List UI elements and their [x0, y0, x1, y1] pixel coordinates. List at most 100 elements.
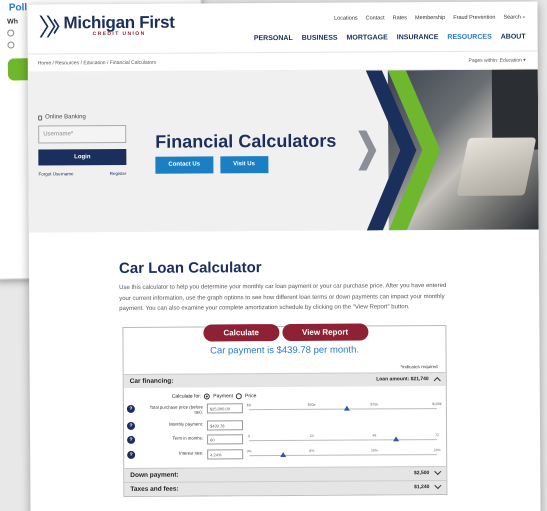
nav-about[interactable]: ABOUT [501, 34, 526, 41]
chevron-down-icon: ▾ [523, 57, 526, 64]
visit-us-button[interactable]: Visit Us [220, 156, 269, 174]
section-label: Car financing: [129, 377, 174, 385]
purchase-price-slider[interactable]: $0 $50k $75k $100k [246, 401, 442, 415]
site-header: Michigan First CREDIT UNION Locations Co… [27, 1, 538, 55]
calculate-for-group: Calculate for: Payment Price [172, 393, 257, 400]
logo-name: Michigan First [63, 12, 175, 33]
poll-radio-2[interactable] [7, 41, 15, 49]
poll-question: Wh [7, 18, 19, 26]
slider-tick-label: 0% [246, 448, 252, 453]
field-row-interest-rate: ? Interest rate: 4.24% 0% 8% 16% 24% [127, 448, 445, 462]
help-icon[interactable]: ? [126, 404, 135, 413]
chevron-up-icon [433, 377, 441, 385]
nav-personal[interactable]: PERSONAL [254, 35, 293, 42]
radio-price[interactable] [235, 392, 243, 399]
screenshot-stage: Poll Wh Michigan First CREDIT UNION Loca… [0, 0, 547, 511]
calculate-button[interactable]: Calculate [203, 323, 280, 341]
poll-radio-1[interactable] [7, 29, 15, 37]
help-icon[interactable]: ? [126, 421, 136, 430]
taxes-fees-amount: $1,240 [414, 484, 430, 491]
util-nav-locations[interactable]: Locations [334, 16, 358, 23]
decorative-chevrons-icon [358, 70, 441, 231]
slider-tick-label: 8% [309, 448, 315, 453]
calculator-description: Use this calculator to help you determin… [119, 283, 447, 313]
field-label: Interest rate: [179, 449, 204, 456]
radio-payment[interactable] [204, 392, 211, 399]
hero-buttons: Contact Us Visit Us [155, 156, 269, 174]
register-link[interactable]: Register [110, 171, 127, 176]
logo-chevron-icon [39, 14, 60, 37]
slider-tick-label: $75k [370, 401, 378, 406]
slider-thumb[interactable] [279, 451, 287, 457]
term-slider[interactable]: 0 24 48 72 [248, 432, 440, 446]
site-logo[interactable]: Michigan First CREDIT UNION [39, 12, 175, 38]
poll-label: Poll [8, 2, 28, 14]
slider-tick-label: 0 [248, 433, 251, 438]
slider-thumb[interactable] [343, 405, 350, 411]
monthly-payment-input[interactable]: $439.78 [206, 419, 244, 430]
hero-banner: Online Banking Username* Login Forgot Us… [27, 69, 539, 233]
calculator-content: Car Loan Calculator Use this calculator … [29, 229, 541, 497]
view-report-button[interactable]: View Report [281, 322, 369, 341]
pages-within-dropdown[interactable]: Pages within: Education ▾ [468, 58, 525, 64]
interest-rate-input[interactable]: 4.24% [207, 448, 244, 459]
slider-tick-label: $50k [307, 402, 316, 407]
calculator-top: Calculate View Report Car payment is $43… [123, 322, 445, 366]
search-icon: ⌕ [522, 14, 526, 21]
chevron-down-icon [434, 482, 442, 490]
field-row-purchase-price: ? Total purchase price (before tax): $25… [126, 401, 445, 416]
purchase-price-input[interactable]: $25,000.00 [206, 402, 243, 413]
interest-rate-slider[interactable]: 0% 8% 16% 24% [246, 447, 441, 461]
slider-thumb[interactable] [392, 435, 399, 441]
nav-insurance[interactable]: INSURANCE [397, 34, 439, 41]
car-financing-body: Calculate for: Payment Price ? Total pur… [124, 386, 446, 468]
online-banking-title: Online Banking [38, 114, 128, 121]
login-links: Forgot Username Register [38, 171, 126, 177]
photo-pillow [456, 137, 537, 196]
calculator-actions: Calculate View Report [203, 322, 369, 341]
chevron-down-icon [434, 468, 442, 476]
breadcrumb[interactable]: Home / Resources / Education / Financial… [38, 60, 156, 67]
radio-payment-label: Payment [213, 392, 234, 399]
payment-result: Car payment is $439.78 per month. [210, 344, 360, 356]
field-label: Term in months: [172, 434, 204, 441]
username-input[interactable]: Username* [38, 124, 127, 144]
field-label: Monthly payment: [169, 420, 203, 427]
main-nav: PERSONAL BUSINESS MORTGAGE INSURANCE RES… [254, 34, 526, 43]
util-nav-contact[interactable]: Contact [366, 15, 385, 22]
slider-tick-label: $0 [246, 402, 251, 407]
nav-mortgage[interactable]: MORTGAGE [347, 34, 388, 41]
help-icon[interactable]: ? [127, 450, 136, 459]
calculator-title: Car Loan Calculator [118, 259, 262, 278]
slider-tick-label: $100k [432, 401, 442, 406]
util-nav-membership[interactable]: Membership [415, 15, 445, 22]
field-row-term: ? Term in months: 60 0 24 48 72 [127, 433, 445, 447]
section-taxes-fees[interactable]: Taxes and fees: $1,240 [124, 479, 447, 496]
nav-business[interactable]: BUSINESS [302, 35, 338, 42]
calculate-for-label: Calculate for: [171, 393, 202, 400]
util-nav-search[interactable]: Search ⌕ [503, 15, 525, 22]
main-page-card: Michigan First CREDIT UNION Locations Co… [27, 1, 541, 511]
nav-resources[interactable]: RESOURCES [447, 34, 491, 41]
slider-tick-label: 72 [435, 432, 440, 437]
contact-us-button[interactable]: Contact Us [155, 156, 214, 174]
term-input[interactable]: 60 [207, 433, 244, 444]
util-nav-rates[interactable]: Rates [393, 15, 407, 22]
login-button[interactable]: Login [38, 148, 127, 166]
help-icon[interactable]: ? [127, 435, 136, 444]
down-payment-amount: $2,500 [413, 470, 430, 477]
field-label: Total purchase price (before tax): [149, 403, 203, 415]
calculator-widget: Calculate View Report Car payment is $43… [122, 322, 448, 497]
utility-nav: Locations Contact Rates Membership Fraud… [334, 15, 525, 23]
slider-tick-label: 16% [370, 447, 378, 452]
field-row-monthly-payment: ? Monthly payment: $439.78 [126, 419, 445, 433]
lock-icon [38, 114, 43, 120]
slider-tick-label: 24 [309, 433, 314, 438]
loan-amount: Loan amount: $21,740 [376, 376, 429, 383]
util-nav-fraud-prevention[interactable]: Fraud Prevention [453, 15, 495, 22]
page-title: Financial Calculators [155, 130, 337, 152]
section-label: Down payment: [130, 471, 179, 479]
radio-price-label: Price [244, 392, 257, 399]
forgot-username-link[interactable]: Forgot Username [38, 171, 73, 176]
slider-tick-label: 48 [372, 432, 377, 437]
